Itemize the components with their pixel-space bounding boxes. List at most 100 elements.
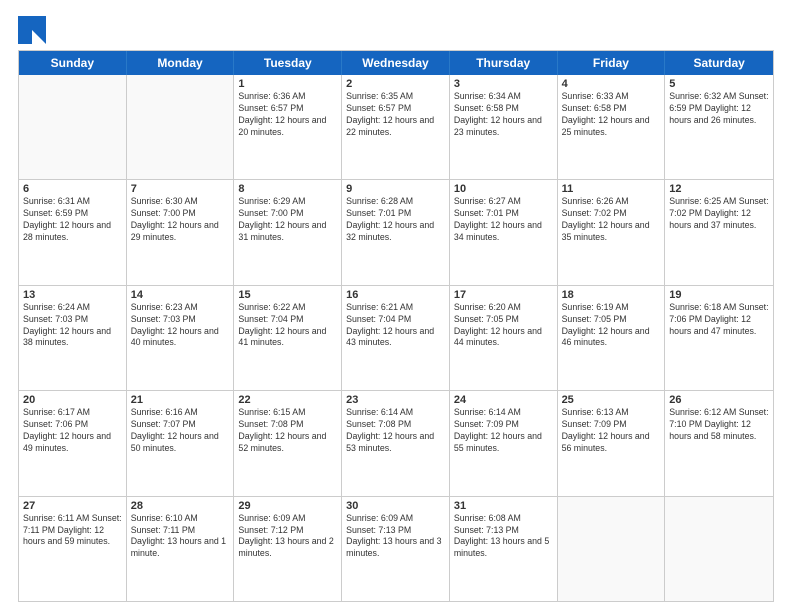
calendar-cell-12: 12Sunrise: 6:25 AM Sunset: 7:02 PM Dayli…	[665, 180, 773, 284]
cell-info: Sunrise: 6:13 AM Sunset: 7:09 PM Dayligh…	[562, 407, 661, 455]
cell-info: Sunrise: 6:08 AM Sunset: 7:13 PM Dayligh…	[454, 513, 553, 561]
day-number: 19	[669, 289, 769, 301]
cell-info: Sunrise: 6:36 AM Sunset: 6:57 PM Dayligh…	[238, 91, 337, 139]
cell-info: Sunrise: 6:29 AM Sunset: 7:00 PM Dayligh…	[238, 196, 337, 244]
calendar-week-2: 13Sunrise: 6:24 AM Sunset: 7:03 PM Dayli…	[19, 285, 773, 390]
cell-info: Sunrise: 6:25 AM Sunset: 7:02 PM Dayligh…	[669, 196, 769, 232]
header-cell-wednesday: Wednesday	[342, 51, 450, 75]
cell-info: Sunrise: 6:19 AM Sunset: 7:05 PM Dayligh…	[562, 302, 661, 350]
cell-info: Sunrise: 6:12 AM Sunset: 7:10 PM Dayligh…	[669, 407, 769, 443]
calendar-cell-empty-0-0	[19, 75, 127, 179]
calendar-cell-22: 22Sunrise: 6:15 AM Sunset: 7:08 PM Dayli…	[234, 391, 342, 495]
calendar-cell-26: 26Sunrise: 6:12 AM Sunset: 7:10 PM Dayli…	[665, 391, 773, 495]
day-number: 27	[23, 500, 122, 512]
logo-icon	[18, 16, 46, 44]
day-number: 3	[454, 78, 553, 90]
day-number: 13	[23, 289, 122, 301]
day-number: 10	[454, 183, 553, 195]
calendar-cell-23: 23Sunrise: 6:14 AM Sunset: 7:08 PM Dayli…	[342, 391, 450, 495]
cell-info: Sunrise: 6:15 AM Sunset: 7:08 PM Dayligh…	[238, 407, 337, 455]
header-cell-thursday: Thursday	[450, 51, 558, 75]
day-number: 28	[131, 500, 230, 512]
day-number: 9	[346, 183, 445, 195]
cell-info: Sunrise: 6:33 AM Sunset: 6:58 PM Dayligh…	[562, 91, 661, 139]
calendar-cell-31: 31Sunrise: 6:08 AM Sunset: 7:13 PM Dayli…	[450, 497, 558, 601]
calendar-cell-2: 2Sunrise: 6:35 AM Sunset: 6:57 PM Daylig…	[342, 75, 450, 179]
cell-info: Sunrise: 6:28 AM Sunset: 7:01 PM Dayligh…	[346, 196, 445, 244]
logo	[18, 16, 50, 44]
calendar-cell-empty-0-1	[127, 75, 235, 179]
calendar-cell-21: 21Sunrise: 6:16 AM Sunset: 7:07 PM Dayli…	[127, 391, 235, 495]
day-number: 30	[346, 500, 445, 512]
cell-info: Sunrise: 6:16 AM Sunset: 7:07 PM Dayligh…	[131, 407, 230, 455]
cell-info: Sunrise: 6:09 AM Sunset: 7:12 PM Dayligh…	[238, 513, 337, 561]
calendar-cell-29: 29Sunrise: 6:09 AM Sunset: 7:12 PM Dayli…	[234, 497, 342, 601]
calendar-cell-4: 4Sunrise: 6:33 AM Sunset: 6:58 PM Daylig…	[558, 75, 666, 179]
day-number: 14	[131, 289, 230, 301]
calendar-cell-25: 25Sunrise: 6:13 AM Sunset: 7:09 PM Dayli…	[558, 391, 666, 495]
cell-info: Sunrise: 6:24 AM Sunset: 7:03 PM Dayligh…	[23, 302, 122, 350]
header-cell-friday: Friday	[558, 51, 666, 75]
cell-info: Sunrise: 6:23 AM Sunset: 7:03 PM Dayligh…	[131, 302, 230, 350]
calendar-cell-13: 13Sunrise: 6:24 AM Sunset: 7:03 PM Dayli…	[19, 286, 127, 390]
day-number: 8	[238, 183, 337, 195]
day-number: 22	[238, 394, 337, 406]
cell-info: Sunrise: 6:30 AM Sunset: 7:00 PM Dayligh…	[131, 196, 230, 244]
header-cell-sunday: Sunday	[19, 51, 127, 75]
cell-info: Sunrise: 6:20 AM Sunset: 7:05 PM Dayligh…	[454, 302, 553, 350]
page-header	[18, 16, 774, 44]
day-number: 26	[669, 394, 769, 406]
calendar-cell-16: 16Sunrise: 6:21 AM Sunset: 7:04 PM Dayli…	[342, 286, 450, 390]
day-number: 12	[669, 183, 769, 195]
cell-info: Sunrise: 6:10 AM Sunset: 7:11 PM Dayligh…	[131, 513, 230, 561]
calendar-week-1: 6Sunrise: 6:31 AM Sunset: 6:59 PM Daylig…	[19, 179, 773, 284]
day-number: 23	[346, 394, 445, 406]
day-number: 5	[669, 78, 769, 90]
day-number: 1	[238, 78, 337, 90]
day-number: 31	[454, 500, 553, 512]
cell-info: Sunrise: 6:17 AM Sunset: 7:06 PM Dayligh…	[23, 407, 122, 455]
day-number: 16	[346, 289, 445, 301]
calendar-cell-19: 19Sunrise: 6:18 AM Sunset: 7:06 PM Dayli…	[665, 286, 773, 390]
calendar-cell-empty-4-6	[665, 497, 773, 601]
day-number: 7	[131, 183, 230, 195]
calendar-cell-24: 24Sunrise: 6:14 AM Sunset: 7:09 PM Dayli…	[450, 391, 558, 495]
calendar-cell-11: 11Sunrise: 6:26 AM Sunset: 7:02 PM Dayli…	[558, 180, 666, 284]
day-number: 2	[346, 78, 445, 90]
cell-info: Sunrise: 6:14 AM Sunset: 7:08 PM Dayligh…	[346, 407, 445, 455]
calendar-cell-3: 3Sunrise: 6:34 AM Sunset: 6:58 PM Daylig…	[450, 75, 558, 179]
calendar-cell-7: 7Sunrise: 6:30 AM Sunset: 7:00 PM Daylig…	[127, 180, 235, 284]
calendar-cell-9: 9Sunrise: 6:28 AM Sunset: 7:01 PM Daylig…	[342, 180, 450, 284]
day-number: 29	[238, 500, 337, 512]
calendar-cell-17: 17Sunrise: 6:20 AM Sunset: 7:05 PM Dayli…	[450, 286, 558, 390]
calendar-page: SundayMondayTuesdayWednesdayThursdayFrid…	[0, 0, 792, 612]
day-number: 4	[562, 78, 661, 90]
cell-info: Sunrise: 6:34 AM Sunset: 6:58 PM Dayligh…	[454, 91, 553, 139]
cell-info: Sunrise: 6:32 AM Sunset: 6:59 PM Dayligh…	[669, 91, 769, 127]
calendar-cell-20: 20Sunrise: 6:17 AM Sunset: 7:06 PM Dayli…	[19, 391, 127, 495]
calendar-cell-14: 14Sunrise: 6:23 AM Sunset: 7:03 PM Dayli…	[127, 286, 235, 390]
calendar-cell-15: 15Sunrise: 6:22 AM Sunset: 7:04 PM Dayli…	[234, 286, 342, 390]
cell-info: Sunrise: 6:18 AM Sunset: 7:06 PM Dayligh…	[669, 302, 769, 338]
calendar-cell-10: 10Sunrise: 6:27 AM Sunset: 7:01 PM Dayli…	[450, 180, 558, 284]
day-number: 15	[238, 289, 337, 301]
cell-info: Sunrise: 6:31 AM Sunset: 6:59 PM Dayligh…	[23, 196, 122, 244]
calendar-cell-6: 6Sunrise: 6:31 AM Sunset: 6:59 PM Daylig…	[19, 180, 127, 284]
calendar-week-0: 1Sunrise: 6:36 AM Sunset: 6:57 PM Daylig…	[19, 75, 773, 179]
day-number: 11	[562, 183, 661, 195]
calendar-cell-28: 28Sunrise: 6:10 AM Sunset: 7:11 PM Dayli…	[127, 497, 235, 601]
cell-info: Sunrise: 6:21 AM Sunset: 7:04 PM Dayligh…	[346, 302, 445, 350]
day-number: 20	[23, 394, 122, 406]
header-cell-tuesday: Tuesday	[234, 51, 342, 75]
day-number: 21	[131, 394, 230, 406]
calendar-week-4: 27Sunrise: 6:11 AM Sunset: 7:11 PM Dayli…	[19, 496, 773, 601]
cell-info: Sunrise: 6:14 AM Sunset: 7:09 PM Dayligh…	[454, 407, 553, 455]
cell-info: Sunrise: 6:09 AM Sunset: 7:13 PM Dayligh…	[346, 513, 445, 561]
day-number: 6	[23, 183, 122, 195]
day-number: 18	[562, 289, 661, 301]
cell-info: Sunrise: 6:35 AM Sunset: 6:57 PM Dayligh…	[346, 91, 445, 139]
cell-info: Sunrise: 6:27 AM Sunset: 7:01 PM Dayligh…	[454, 196, 553, 244]
calendar-cell-30: 30Sunrise: 6:09 AM Sunset: 7:13 PM Dayli…	[342, 497, 450, 601]
calendar-week-3: 20Sunrise: 6:17 AM Sunset: 7:06 PM Dayli…	[19, 390, 773, 495]
calendar: SundayMondayTuesdayWednesdayThursdayFrid…	[18, 50, 774, 602]
